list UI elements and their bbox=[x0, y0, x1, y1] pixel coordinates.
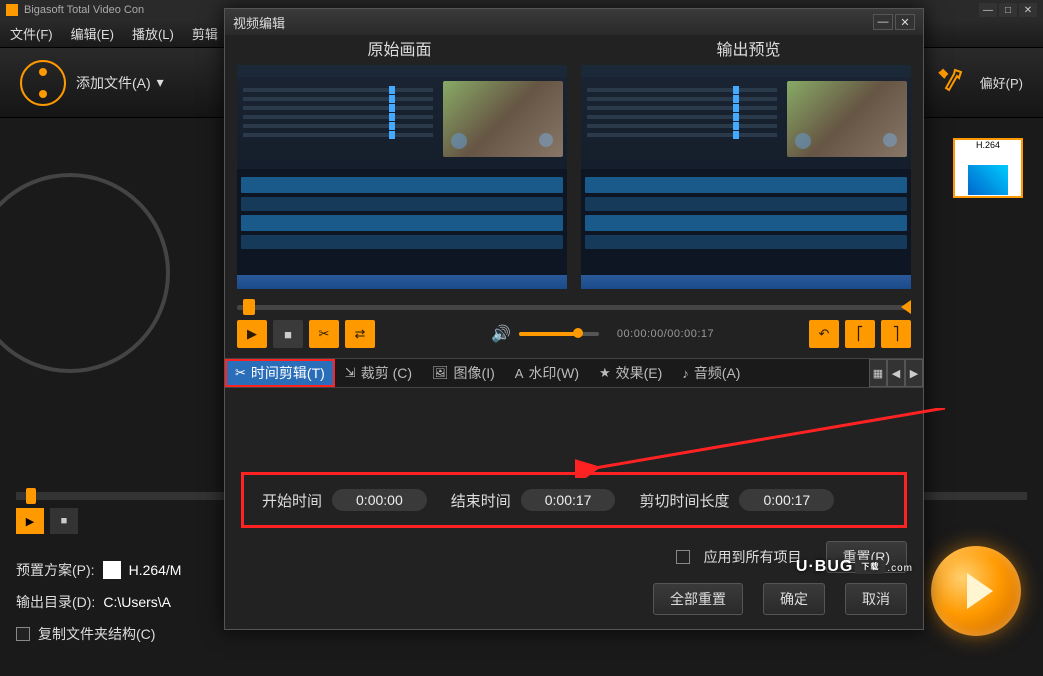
time-display: 00:00:00/00:00:17 bbox=[617, 328, 714, 340]
mark-out-button[interactable]: ⎤ bbox=[881, 320, 911, 348]
menu-file[interactable]: 文件(F) bbox=[10, 24, 53, 43]
tools-icon bbox=[930, 63, 970, 103]
app-icon bbox=[6, 4, 18, 16]
convert-button[interactable] bbox=[931, 546, 1021, 636]
seek-end-marker[interactable] bbox=[901, 300, 911, 314]
play-button[interactable]: ▶ bbox=[16, 508, 44, 534]
apply-all-label: 应用到所有项目 bbox=[704, 547, 802, 567]
dialog-close-button[interactable]: ✕ bbox=[895, 14, 915, 30]
start-time-input[interactable]: 0:00:00 bbox=[332, 489, 427, 511]
apply-all-checkbox[interactable] bbox=[676, 550, 690, 564]
ok-button[interactable]: 确定 bbox=[763, 583, 825, 615]
add-file-button[interactable]: 添加文件(A) ▾ bbox=[76, 73, 164, 93]
tab-crop[interactable]: ⇲裁剪 (C) bbox=[335, 359, 422, 387]
cut-button[interactable]: ✂ bbox=[309, 320, 339, 348]
text-icon: A bbox=[515, 366, 524, 381]
preset-icon bbox=[103, 561, 121, 579]
tab-watermark[interactable]: A水印(W) bbox=[505, 359, 589, 387]
menu-trim[interactable]: 剪辑 bbox=[192, 24, 218, 43]
image-icon: 🖼 bbox=[432, 365, 449, 381]
maximize-button[interactable]: □ bbox=[999, 3, 1017, 17]
stop-button[interactable]: ■ bbox=[50, 508, 78, 534]
star-icon: ★ bbox=[599, 365, 611, 381]
annotation-arrow bbox=[575, 408, 955, 478]
volume-icon[interactable]: 🔊 bbox=[491, 324, 511, 344]
cancel-button[interactable]: 取消 bbox=[845, 583, 907, 615]
volume-slider[interactable] bbox=[519, 332, 599, 336]
note-icon: ♪ bbox=[682, 366, 689, 381]
trim-length-label: 剪切时间长度 bbox=[639, 490, 729, 511]
trim-fields-highlight: 开始时间 0:00:00 结束时间 0:00:17 剪切时间长度 0:00:17 bbox=[241, 472, 907, 528]
disc-icon bbox=[0, 173, 170, 373]
tab-trim[interactable]: ✂时间剪辑(T) bbox=[225, 359, 335, 387]
watermark-overlay: U·BUG下载.com bbox=[796, 558, 913, 576]
close-button[interactable]: ✕ bbox=[1019, 3, 1037, 17]
seek-slider[interactable] bbox=[237, 305, 911, 310]
copy-structure-checkbox[interactable] bbox=[16, 627, 30, 641]
stop-button[interactable]: ■ bbox=[273, 320, 303, 348]
copy-structure-label: 复制文件夹结构(C) bbox=[38, 624, 155, 644]
tab-extra-button[interactable]: ▦ bbox=[869, 359, 887, 387]
reset-all-button[interactable]: 全部重置 bbox=[653, 583, 743, 615]
edit-tabs: ✂时间剪辑(T) ⇲裁剪 (C) 🖼图像(I) A水印(W) ★效果(E) ♪音… bbox=[225, 358, 923, 388]
menu-edit[interactable]: 编辑(E) bbox=[71, 24, 114, 43]
undo-button[interactable]: ↶ bbox=[809, 320, 839, 348]
shuffle-button[interactable]: ⇄ bbox=[345, 320, 375, 348]
thumb-preview-icon bbox=[968, 165, 1008, 195]
dialog-titlebar: 视频编辑 — ✕ bbox=[225, 9, 923, 35]
tab-scroll-right[interactable]: ▶ bbox=[905, 359, 923, 387]
preferences-button[interactable]: 偏好(P) bbox=[980, 73, 1023, 92]
dialog-footer: 应用到所有项目 重置(R) 全部重置 确定 取消 bbox=[225, 533, 923, 629]
seek-handle[interactable] bbox=[243, 299, 255, 315]
dialog-minimize-button[interactable]: — bbox=[873, 14, 893, 30]
tab-image[interactable]: 🖼图像(I) bbox=[422, 359, 505, 387]
tab-audio[interactable]: ♪音频(A) bbox=[672, 359, 750, 387]
timeline-knob[interactable] bbox=[26, 488, 36, 504]
preset-label: 预置方案(P): bbox=[16, 560, 95, 580]
output-header: 输出预览 bbox=[574, 36, 923, 60]
output-preview bbox=[577, 61, 915, 293]
format-preset-thumb[interactable]: H.264 bbox=[953, 138, 1023, 198]
start-time-label: 开始时间 bbox=[262, 490, 322, 511]
crop-icon: ⇲ bbox=[345, 365, 356, 381]
end-time-label: 结束时间 bbox=[451, 490, 511, 511]
menu-play[interactable]: 播放(L) bbox=[132, 24, 174, 43]
end-time-input[interactable]: 0:00:17 bbox=[521, 489, 616, 511]
tab-effect[interactable]: ★效果(E) bbox=[589, 359, 672, 387]
scissors-icon: ✂ bbox=[235, 365, 246, 381]
preset-value: H.264/M bbox=[129, 562, 182, 578]
original-header: 原始画面 bbox=[225, 36, 574, 60]
output-dir-label: 输出目录(D): bbox=[16, 592, 95, 612]
video-edit-dialog: 视频编辑 — ✕ 原始画面 输出预览 bbox=[224, 8, 924, 630]
chevron-down-icon: ▾ bbox=[157, 74, 164, 91]
trim-length-input[interactable]: 0:00:17 bbox=[739, 489, 834, 511]
original-preview bbox=[233, 61, 571, 293]
tab-scroll-left[interactable]: ◀ bbox=[887, 359, 905, 387]
output-dir-value: C:\Users\A bbox=[103, 594, 171, 610]
minimize-button[interactable]: — bbox=[979, 3, 997, 17]
app-title: Bigasoft Total Video Con bbox=[24, 4, 144, 16]
main-window: Bigasoft Total Video Con — □ ✕ 文件(F) 编辑(… bbox=[0, 0, 1043, 676]
play-button[interactable]: ▶ bbox=[237, 320, 267, 348]
mark-in-button[interactable]: ⎡ bbox=[845, 320, 875, 348]
reel-icon bbox=[20, 60, 66, 106]
